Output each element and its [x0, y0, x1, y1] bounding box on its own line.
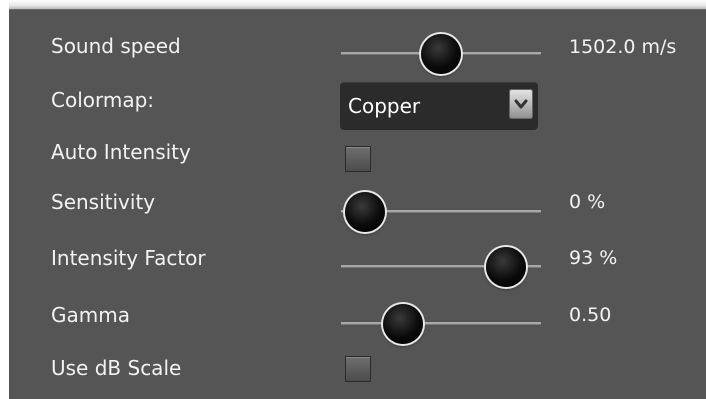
intensity-factor-label: Intensity Factor	[51, 246, 206, 270]
colormap-label: Colormap:	[51, 88, 155, 112]
sensitivity-slider-thumb[interactable]	[345, 192, 385, 232]
sensitivity-label: Sensitivity	[51, 190, 156, 214]
auto-intensity-checkbox[interactable]	[345, 146, 371, 172]
auto-intensity-label: Auto Intensity	[51, 140, 191, 164]
gamma-slider-track[interactable]	[341, 322, 541, 325]
intensity-factor-slider-thumb[interactable]	[486, 247, 527, 287]
intensity-factor-value: 93 %	[569, 247, 618, 269]
gamma-label: Gamma	[51, 303, 130, 327]
sound-speed-slider[interactable]	[341, 34, 541, 74]
use-db-scale-label: Use dB Scale	[51, 356, 182, 380]
colormap-dropdown[interactable]: Copper	[340, 82, 538, 130]
sound-speed-slider-thumb[interactable]	[421, 34, 461, 74]
dropdown-button[interactable]	[509, 89, 533, 119]
intensity-factor-slider[interactable]	[341, 247, 541, 287]
sensitivity-value: 0 %	[569, 191, 606, 213]
gamma-slider[interactable]	[341, 304, 541, 344]
sound-speed-label: Sound speed	[51, 34, 181, 58]
gamma-value: 0.50	[569, 304, 612, 326]
chevron-down-icon	[514, 99, 528, 109]
window-top-edge	[9, 0, 706, 9]
sensitivity-slider[interactable]	[341, 192, 541, 232]
colormap-selected-value: Copper	[348, 94, 421, 118]
use-db-scale-checkbox[interactable]	[345, 356, 371, 382]
sound-speed-value: 1502.0 m/s	[569, 36, 677, 58]
settings-panel: Sound speed 1502.0 m/s Colormap: Copper …	[9, 9, 706, 399]
gamma-slider-thumb[interactable]	[383, 304, 423, 344]
